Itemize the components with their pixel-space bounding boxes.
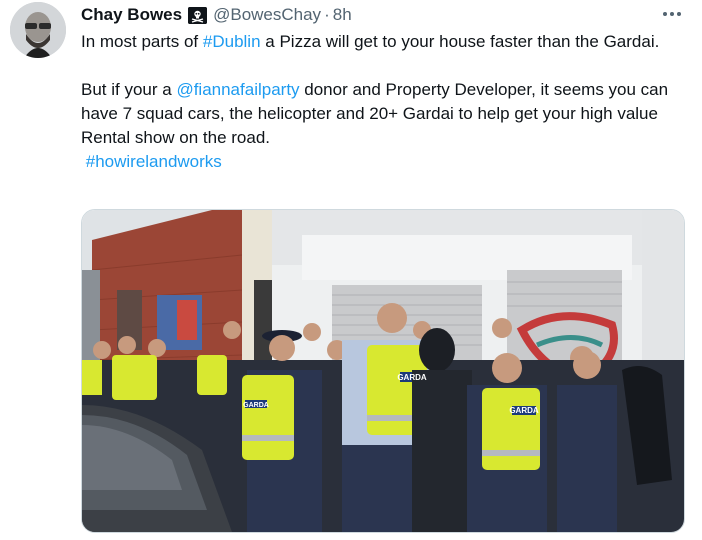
garda-vest-label: GARDA	[243, 402, 269, 409]
ellipsis-icon[interactable]	[660, 4, 684, 24]
text-segment: In most parts of	[81, 32, 203, 51]
text-segment: a Pizza will get to your house faster th…	[260, 32, 660, 51]
hashtag-link-howirelandworks[interactable]: #howirelandworks	[86, 152, 222, 171]
photo-garda-crowd: GARDA GARDA GARDA	[82, 210, 684, 532]
tweet-paragraph-1: In most parts of #Dublin a Pizza will ge…	[81, 30, 681, 54]
avatar-image	[10, 2, 66, 58]
header-separator: ·	[324, 5, 330, 24]
hashtag-link-dublin[interactable]: #Dublin	[203, 32, 261, 51]
garda-vest-label: GARDA	[397, 373, 427, 382]
text-segment: But if your a	[81, 80, 177, 99]
tweet-paragraph-3: #howirelandworks	[81, 150, 681, 174]
tweet-card: Chay Bowes @BowesChay · 8h In most parts…	[0, 0, 702, 540]
tweet-text: In most parts of #Dublin a Pizza will ge…	[81, 30, 681, 174]
avatar[interactable]	[10, 2, 66, 58]
author-name[interactable]: Chay Bowes	[81, 5, 182, 25]
tweet-photo[interactable]: GARDA GARDA GARDA	[81, 209, 685, 533]
skull-crossbones-flag-icon	[188, 6, 208, 24]
tweet-paragraph-2: But if your a @fiannafailparty donor and…	[81, 78, 681, 150]
mention-link[interactable]: @fiannafailparty	[176, 80, 299, 99]
author-handle[interactable]: @BowesChay	[213, 5, 321, 25]
tweet-header: Chay Bowes @BowesChay · 8h	[81, 4, 352, 26]
garda-vest-label: GARDA	[509, 406, 539, 415]
tweet-timestamp[interactable]: 8h	[333, 5, 352, 25]
